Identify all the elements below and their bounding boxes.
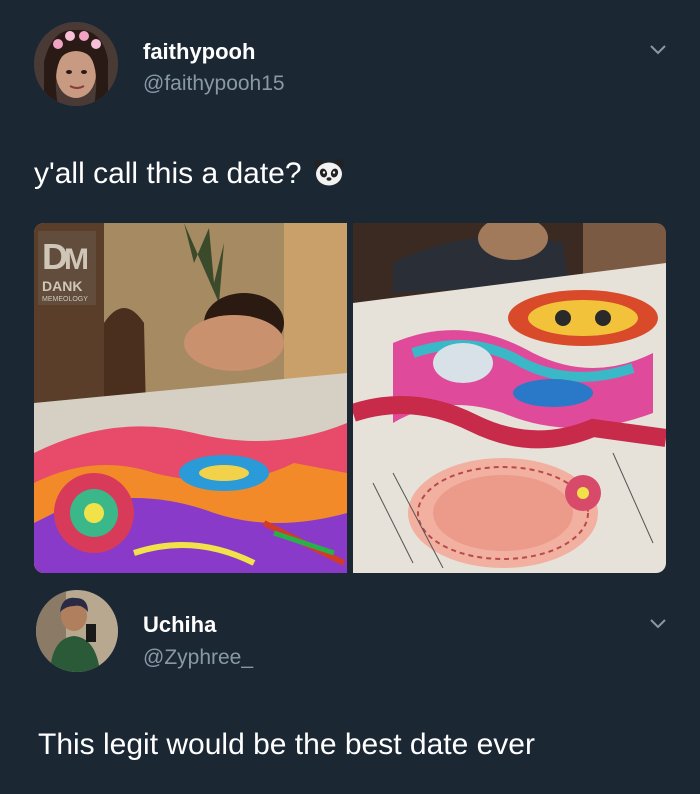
tweet-text: This legit would be the best date ever: [38, 728, 535, 761]
svg-text:MEMEOLOGY: MEMEOLOGY: [42, 296, 88, 303]
svg-text:M: M: [64, 243, 89, 276]
svg-text:DANK: DANK: [42, 278, 82, 294]
tweet-photo-2[interactable]: [353, 223, 666, 573]
tweet-text: y'all call this a date?: [34, 157, 345, 191]
avatar[interactable]: [36, 590, 118, 672]
chevron-down-icon[interactable]: [647, 612, 669, 634]
handle[interactable]: @Zyphree_: [143, 646, 253, 670]
tweet-2: Uchiha @Zyphree_ This legit would be the…: [0, 590, 700, 794]
panda-face-icon: [313, 159, 344, 186]
display-name[interactable]: faithypooh: [143, 39, 255, 65]
tweet-1: faithypooh @faithypooh15 y'all call this…: [0, 0, 700, 590]
handle[interactable]: @faithypooh15: [143, 72, 285, 96]
display-name[interactable]: Uchiha: [143, 612, 216, 638]
tweet-text-body: y'all call this a date?: [34, 157, 302, 190]
chevron-down-icon[interactable]: [647, 38, 669, 60]
watermark-logo: D M DANK MEMEOLOGY: [38, 231, 96, 305]
avatar[interactable]: [34, 22, 118, 106]
tweet-photo-1[interactable]: D M DANK MEMEOLOGY: [34, 223, 347, 573]
